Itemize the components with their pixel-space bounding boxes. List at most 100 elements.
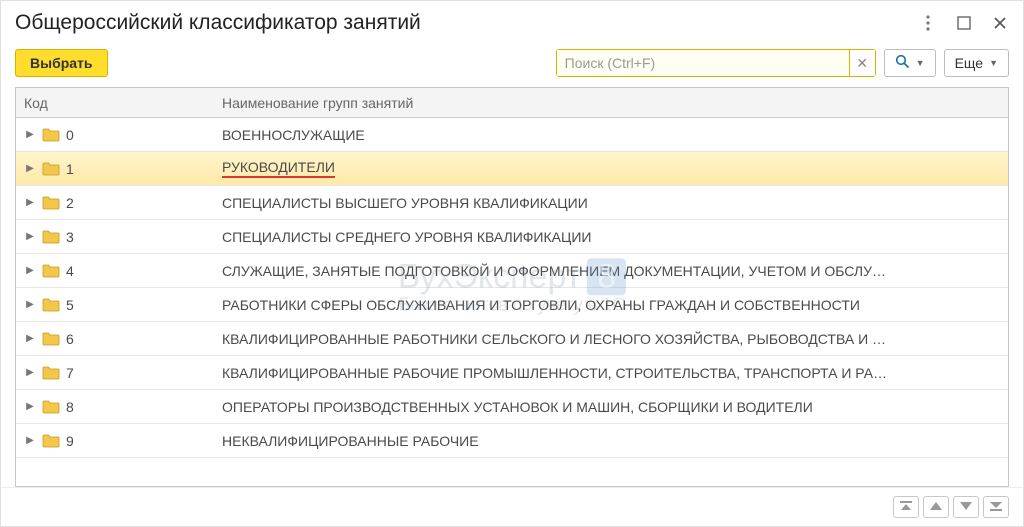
code-text: 4	[66, 263, 74, 279]
cell-code: ▶3	[16, 229, 216, 245]
cell-code: ▶4	[16, 263, 216, 279]
code-text: 9	[66, 433, 74, 449]
name-text: ВОЕННОСЛУЖАЩИЕ	[222, 127, 365, 143]
table-row[interactable]: ▶6КВАЛИФИЦИРОВАННЫЕ РАБОТНИКИ СЕЛЬСКОГО …	[16, 322, 1008, 356]
cell-code: ▶9	[16, 433, 216, 449]
code-text: 5	[66, 297, 74, 313]
table-row[interactable]: ▶7КВАЛИФИЦИРОВАННЫЕ РАБОЧИЕ ПРОМЫШЛЕННОС…	[16, 356, 1008, 390]
more-button[interactable]: Еще ▼	[944, 49, 1009, 77]
nav-last-icon	[990, 501, 1002, 514]
window-controls	[919, 14, 1009, 32]
cell-code: ▶7	[16, 365, 216, 381]
cell-code: ▶1	[16, 161, 216, 177]
cell-code: ▶5	[16, 297, 216, 313]
cell-name: КВАЛИФИЦИРОВАННЫЕ РАБОЧИЕ ПРОМЫШЛЕННОСТИ…	[216, 365, 1008, 381]
column-header-code[interactable]: Код	[16, 95, 216, 111]
nav-first-icon	[900, 501, 912, 514]
chevron-right-icon[interactable]: ▶	[24, 129, 36, 140]
table-row[interactable]: ▶2СПЕЦИАЛИСТЫ ВЫСШЕГО УРОВНЯ КВАЛИФИКАЦИ…	[16, 186, 1008, 220]
more-vertical-icon[interactable]	[919, 14, 937, 32]
cell-name: СЛУЖАЩИЕ, ЗАНЯТЫЕ ПОДГОТОВКОЙ И ОФОРМЛЕН…	[216, 263, 1008, 279]
code-text: 3	[66, 229, 74, 245]
grid: Код Наименование групп занятий ▶0ВОЕННОС…	[15, 87, 1009, 487]
chevron-right-icon[interactable]: ▶	[24, 197, 36, 208]
nav-up-button[interactable]	[923, 496, 949, 518]
grid-header: Код Наименование групп занятий	[16, 88, 1008, 118]
name-text: НЕКВАЛИФИЦИРОВАННЫЕ РАБОЧИЕ	[222, 433, 479, 449]
name-text: РАБОТНИКИ СФЕРЫ ОБСЛУЖИВАНИЯ И ТОРГОВЛИ,…	[222, 297, 860, 313]
cell-name: СПЕЦИАЛИСТЫ ВЫСШЕГО УРОВНЯ КВАЛИФИКАЦИИ	[216, 195, 1008, 211]
code-text: 0	[66, 127, 74, 143]
cell-name: ВОЕННОСЛУЖАЩИЕ	[216, 127, 1008, 143]
folder-icon	[42, 127, 60, 142]
select-button[interactable]: Выбрать	[15, 49, 108, 77]
folder-icon	[42, 331, 60, 346]
table-row[interactable]: ▶1РУКОВОДИТЕЛИ	[16, 152, 1008, 186]
window-title: Общероссийский классификатор занятий	[15, 11, 919, 35]
folder-icon	[42, 433, 60, 448]
nav-down-icon	[960, 501, 972, 513]
search-icon	[895, 54, 910, 72]
chevron-right-icon[interactable]: ▶	[24, 231, 36, 242]
cell-name: РУКОВОДИТЕЛИ	[216, 159, 1008, 178]
name-text: КВАЛИФИЦИРОВАННЫЕ РАБОЧИЕ ПРОМЫШЛЕННОСТИ…	[222, 365, 887, 381]
chevron-right-icon[interactable]: ▶	[24, 435, 36, 446]
code-text: 6	[66, 331, 74, 347]
code-text: 7	[66, 365, 74, 381]
chevron-down-icon: ▼	[989, 58, 998, 68]
folder-icon	[42, 297, 60, 312]
search-input[interactable]	[557, 50, 849, 76]
folder-icon	[42, 161, 60, 176]
grid-body: ▶0ВОЕННОСЛУЖАЩИЕ▶1РУКОВОДИТЕЛИ▶2СПЕЦИАЛИ…	[16, 118, 1008, 486]
folder-icon	[42, 195, 60, 210]
name-text: СПЕЦИАЛИСТЫ ВЫСШЕГО УРОВНЯ КВАЛИФИКАЦИИ	[222, 195, 588, 211]
table-row[interactable]: ▶3СПЕЦИАЛИСТЫ СРЕДНЕГО УРОВНЯ КВАЛИФИКАЦ…	[16, 220, 1008, 254]
chevron-right-icon[interactable]: ▶	[24, 401, 36, 412]
cell-code: ▶8	[16, 399, 216, 415]
chevron-right-icon[interactable]: ▶	[24, 265, 36, 276]
nav-last-button[interactable]	[983, 496, 1009, 518]
cell-name: РАБОТНИКИ СФЕРЫ ОБСЛУЖИВАНИЯ И ТОРГОВЛИ,…	[216, 297, 1008, 313]
window-root: Общероссийский классификатор занятий Выб…	[0, 0, 1024, 527]
maximize-icon[interactable]	[955, 14, 973, 32]
cell-code: ▶0	[16, 127, 216, 143]
folder-icon	[42, 263, 60, 278]
chevron-right-icon[interactable]: ▶	[24, 163, 36, 174]
cell-name: ОПЕРАТОРЫ ПРОИЗВОДСТВЕННЫХ УСТАНОВОК И М…	[216, 399, 1008, 415]
cell-name: НЕКВАЛИФИЦИРОВАННЫЕ РАБОЧИЕ	[216, 433, 1008, 449]
folder-icon	[42, 399, 60, 414]
chevron-down-icon: ▼	[916, 58, 925, 68]
search-button[interactable]: ▼	[884, 49, 936, 77]
cell-name: КВАЛИФИЦИРОВАННЫЕ РАБОТНИКИ СЕЛЬСКОГО И …	[216, 331, 1008, 347]
toolbar: Выбрать ✕ ▼ Еще ▼	[1, 43, 1023, 87]
chevron-right-icon[interactable]: ▶	[24, 367, 36, 378]
folder-icon	[42, 365, 60, 380]
table-row[interactable]: ▶8 ОПЕРАТОРЫ ПРОИЗВОДСТВЕННЫХ УСТАНОВОК И…	[16, 390, 1008, 424]
search-box: ✕	[556, 49, 876, 77]
nav-first-button[interactable]	[893, 496, 919, 518]
table-row[interactable]: ▶4СЛУЖАЩИЕ, ЗАНЯТЫЕ ПОДГОТОВКОЙ И ОФОРМЛ…	[16, 254, 1008, 288]
name-text: СЛУЖАЩИЕ, ЗАНЯТЫЕ ПОДГОТОВКОЙ И ОФОРМЛЕН…	[222, 263, 886, 279]
nav-up-icon	[930, 501, 942, 513]
column-header-name[interactable]: Наименование групп занятий	[216, 95, 1008, 111]
table-row[interactable]: ▶5РАБОТНИКИ СФЕРЫ ОБСЛУЖИВАНИЯ И ТОРГОВЛ…	[16, 288, 1008, 322]
nav-down-button[interactable]	[953, 496, 979, 518]
name-text: СПЕЦИАЛИСТЫ СРЕДНЕГО УРОВНЯ КВАЛИФИКАЦИИ	[222, 229, 591, 245]
name-text: РУКОВОДИТЕЛИ	[222, 159, 335, 178]
chevron-right-icon[interactable]: ▶	[24, 333, 36, 344]
table-row[interactable]: ▶0ВОЕННОСЛУЖАЩИЕ	[16, 118, 1008, 152]
code-text: 1	[66, 161, 74, 177]
code-text: 2	[66, 195, 74, 211]
close-icon[interactable]	[991, 14, 1009, 32]
search-clear-button[interactable]: ✕	[849, 50, 875, 76]
footer-nav	[1, 487, 1023, 526]
name-text: ОПЕРАТОРЫ ПРОИЗВОДСТВЕННЫХ УСТАНОВОК И М…	[222, 399, 813, 415]
folder-icon	[42, 229, 60, 244]
titlebar: Общероссийский классификатор занятий	[1, 1, 1023, 43]
table-row[interactable]: ▶9НЕКВАЛИФИЦИРОВАННЫЕ РАБОЧИЕ	[16, 424, 1008, 458]
name-text: КВАЛИФИЦИРОВАННЫЕ РАБОТНИКИ СЕЛЬСКОГО И …	[222, 331, 886, 347]
clear-icon: ✕	[856, 55, 868, 72]
chevron-right-icon[interactable]: ▶	[24, 299, 36, 310]
cell-code: ▶6	[16, 331, 216, 347]
cell-code: ▶2	[16, 195, 216, 211]
